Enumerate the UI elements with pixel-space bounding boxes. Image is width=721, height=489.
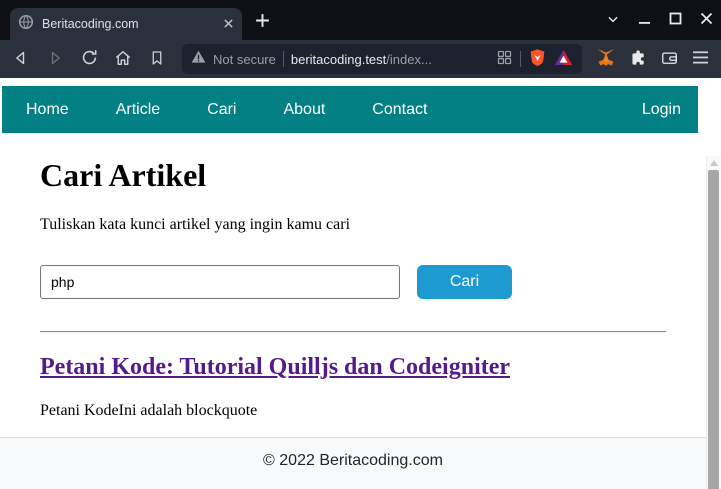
wallet-button[interactable] xyxy=(660,49,679,70)
nav-item-contact[interactable]: Contact xyxy=(372,101,427,119)
close-icon xyxy=(700,12,713,28)
bookmark-icon xyxy=(148,49,166,70)
search-input[interactable] xyxy=(40,265,400,299)
nav-item-cari[interactable]: Cari xyxy=(207,101,236,119)
maximize-icon xyxy=(669,12,682,28)
page-viewport: Home Article Cari About Contact Login Ca… xyxy=(0,78,721,489)
window-controls xyxy=(606,8,713,32)
site-favicon-globe-icon xyxy=(18,14,34,35)
tab-close-button[interactable] xyxy=(223,17,234,32)
url-separator xyxy=(282,51,284,67)
main-content: Cari Artikel Tuliskan kata kunci artikel… xyxy=(40,157,666,420)
result-article-link[interactable]: Petani Kode: Tutorial Quilljs dan Codeig… xyxy=(40,354,510,381)
brave-rewards-button[interactable] xyxy=(554,49,573,69)
puzzle-icon xyxy=(629,49,647,70)
url-host: beritacoding.test xyxy=(290,51,387,67)
results-divider xyxy=(40,331,666,333)
refresh-button[interactable] xyxy=(76,46,102,72)
new-tab-button[interactable] xyxy=(254,12,271,32)
warning-icon xyxy=(191,50,206,69)
plus-icon xyxy=(254,12,271,32)
result-excerpt: Petani KodeIni adalah blockquote xyxy=(40,402,258,419)
nav-links: Home Article Cari About Contact xyxy=(26,101,427,119)
site-navbar: Home Article Cari About Contact Login xyxy=(2,86,698,133)
browser-window: Beritacoding.com Not secure beritacoding… xyxy=(0,0,721,489)
metamask-fox-icon xyxy=(596,48,616,70)
vertical-scrollbar[interactable] xyxy=(706,156,721,489)
minimize-icon xyxy=(638,12,651,28)
close-icon xyxy=(223,17,234,32)
tab-title: Beritacoding.com xyxy=(42,17,139,31)
url-path: /index... xyxy=(386,51,432,67)
maximize-button[interactable] xyxy=(669,12,682,28)
url-separator xyxy=(520,51,521,67)
search-button[interactable]: Cari xyxy=(417,265,512,299)
wallet-icon xyxy=(660,49,679,70)
metamask-extension-button[interactable] xyxy=(596,48,616,70)
grid-icon xyxy=(496,49,513,69)
browser-toolbar: Not secure beritacoding.test/index... xyxy=(0,40,721,78)
scrollbar-thumb[interactable] xyxy=(708,170,719,489)
window-titlebar: Beritacoding.com xyxy=(0,0,721,40)
shield-icon xyxy=(528,48,547,70)
page-title: Cari Artikel xyxy=(40,157,207,193)
url-text: beritacoding.test/index... xyxy=(291,52,489,67)
back-icon xyxy=(11,48,31,71)
web-page: Home Article Cari About Contact Login Ca… xyxy=(0,78,706,489)
extensions-puzzle-button[interactable] xyxy=(629,49,647,70)
search-form: Cari xyxy=(40,265,666,299)
refresh-icon xyxy=(80,48,99,70)
extensions-area xyxy=(596,48,709,70)
home-icon xyxy=(113,48,133,71)
url-bar[interactable]: Not secure beritacoding.test/index... xyxy=(182,44,582,74)
nav-item-home[interactable]: Home xyxy=(26,101,69,119)
browser-tab[interactable]: Beritacoding.com xyxy=(10,8,242,40)
page-subtitle: Tuliskan kata kunci artikel yang ingin k… xyxy=(40,216,351,233)
home-button[interactable] xyxy=(110,46,136,72)
back-button[interactable] xyxy=(8,46,34,72)
brave-shields-button[interactable] xyxy=(528,48,547,70)
site-footer: © 2022 Beritacoding.com xyxy=(0,437,706,489)
bat-triangle-icon xyxy=(554,49,573,69)
nav-item-login[interactable]: Login xyxy=(642,101,681,119)
browser-menu-button[interactable] xyxy=(692,50,709,68)
footer-copyright: © 2022 Beritacoding.com xyxy=(263,452,443,469)
minimize-button[interactable] xyxy=(638,12,651,28)
nav-item-about[interactable]: About xyxy=(283,101,325,119)
close-window-button[interactable] xyxy=(700,12,713,28)
forward-icon xyxy=(45,48,65,71)
sharing-hub-button[interactable] xyxy=(496,49,513,69)
forward-button[interactable] xyxy=(42,46,68,72)
security-label: Not secure xyxy=(213,51,276,67)
hamburger-menu-icon xyxy=(692,50,709,68)
scroll-up-arrow-icon[interactable] xyxy=(710,160,718,166)
window-menu-button[interactable] xyxy=(606,12,620,29)
chevron-down-icon xyxy=(606,12,620,29)
nav-item-article[interactable]: Article xyxy=(116,101,160,119)
bookmark-button[interactable] xyxy=(144,46,170,72)
